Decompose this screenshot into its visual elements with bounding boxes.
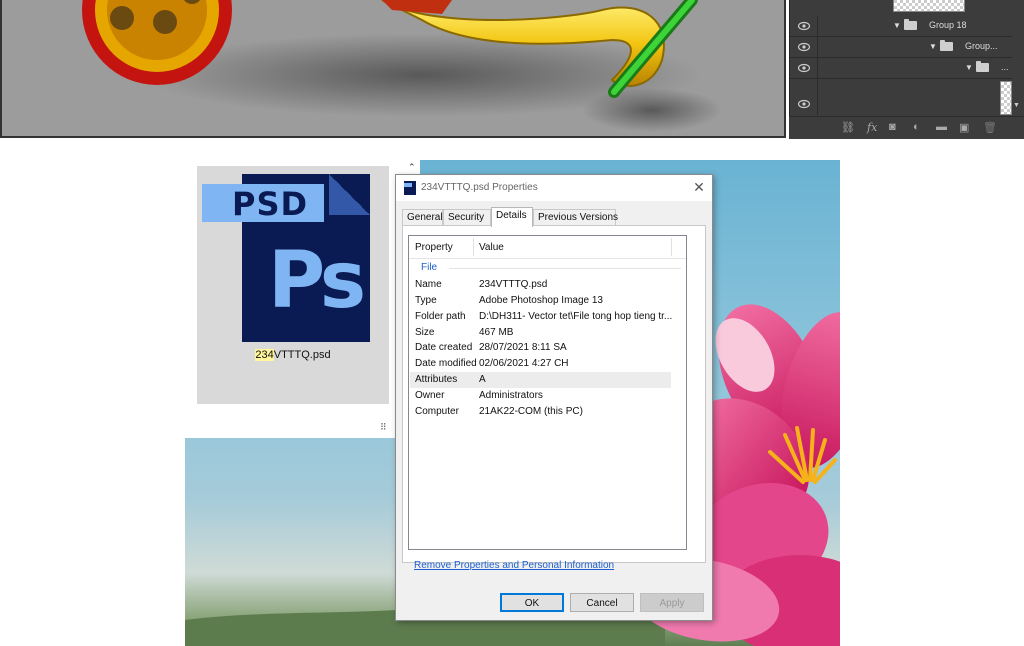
ps-logo-text: Ps — [268, 236, 366, 326]
folder-icon — [904, 19, 917, 30]
row-divider — [817, 37, 818, 57]
new-layer-icon[interactable]: ▣ — [959, 121, 969, 134]
link-icon[interactable]: ⛓ — [841, 121, 855, 134]
eye-icon[interactable] — [798, 21, 810, 31]
layer-row-layer[interactable] — [790, 79, 1012, 115]
layer-row-group-nested[interactable]: ▼ ... — [790, 58, 1012, 79]
property-value: 28/07/2021 8:11 SA — [479, 342, 567, 353]
tab-previous-versions[interactable]: Previous Versions — [533, 209, 618, 225]
property-key: Folder path — [415, 311, 466, 322]
tab-general[interactable]: General — [402, 209, 443, 225]
chevron-down-icon[interactable]: ▼ — [965, 63, 973, 72]
apply-button[interactable]: Apply — [640, 593, 704, 612]
column-separator[interactable] — [671, 238, 672, 256]
scroll-down-arrow-icon[interactable]: ▼ — [1013, 102, 1020, 109]
folder-icon — [940, 40, 953, 51]
property-value: 234VTTTQ.psd — [479, 279, 548, 290]
property-value: 467 MB — [479, 327, 514, 338]
property-key: Date modified — [415, 358, 477, 369]
property-key: Date created — [415, 342, 473, 353]
chevron-down-icon[interactable]: ▼ — [893, 21, 901, 30]
psd-banner-text: PSD — [232, 185, 309, 223]
property-value: D:\DH311- Vector tet\File tong hop tieng… — [479, 311, 673, 322]
layers-toolbar: ⛓ fx ◙ ◐ ▬ ▣ 🗑 — [789, 116, 1024, 139]
file-tile[interactable]: PSD Ps 234VTTTQ.psd — [197, 166, 389, 404]
property-key: Type — [415, 295, 437, 306]
layer-thumbnail — [1000, 81, 1012, 115]
close-icon[interactable]: ✕ — [691, 179, 707, 196]
properties-dialog: 234VTTTQ.psd Properties ✕ General Securi… — [395, 174, 713, 621]
file-name-highlight: 234 — [255, 349, 274, 361]
resize-grip-icon[interactable]: ⠿ — [380, 422, 387, 433]
tab-details[interactable]: Details — [491, 207, 533, 227]
column-header-property[interactable]: Property — [415, 242, 453, 253]
properties-list[interactable]: Property Value File Name 234VTTTQ.psd Ty… — [408, 235, 687, 550]
table-row[interactable]: Folder path D:\DH311- Vector tet\File to… — [410, 309, 673, 325]
group-label-file: File — [421, 262, 438, 273]
dialog-titlebar[interactable]: 234VTTTQ.psd Properties ✕ — [396, 175, 712, 201]
table-row[interactable]: Date created 28/07/2021 8:11 SA — [410, 340, 671, 356]
folder-icon — [976, 61, 989, 72]
layer-name: ... — [1001, 62, 1009, 72]
eye-icon[interactable] — [798, 99, 810, 109]
file-name-label[interactable]: 234VTTTQ.psd — [197, 349, 389, 361]
property-value: 21AK22-COM (this PC) — [479, 406, 583, 417]
table-row[interactable]: Type Adobe Photoshop Image 13 — [410, 293, 671, 309]
table-row[interactable]: Date modified 02/06/2021 4:27 CH — [410, 356, 671, 372]
fx-icon[interactable]: fx — [867, 121, 877, 134]
mask-icon[interactable]: ◙ — [889, 121, 896, 133]
table-row[interactable]: Computer 21AK22-COM (this PC) — [410, 404, 671, 420]
layer-thumbnail — [893, 0, 965, 12]
layers-scrollbar[interactable] — [1012, 0, 1024, 116]
folder-icon[interactable]: ▬ — [936, 121, 947, 133]
tab-security[interactable]: Security — [443, 209, 491, 225]
table-row[interactable]: Name 234VTTTQ.psd — [410, 277, 671, 293]
list-header: Property Value — [409, 236, 686, 259]
cancel-button[interactable]: Cancel — [570, 593, 634, 612]
row-divider — [817, 58, 818, 78]
property-value: A — [479, 374, 486, 385]
property-value: 02/06/2021 4:27 CH — [479, 358, 569, 369]
adjustment-icon[interactable]: ◐ — [913, 121, 920, 133]
table-row[interactable]: Owner Administrators — [410, 388, 671, 404]
column-header-value[interactable]: Value — [479, 242, 504, 253]
layer-row-group-sub[interactable]: ▼ Group... — [790, 37, 1012, 58]
photoshop-canvas[interactable] — [0, 0, 786, 138]
table-row-selected[interactable]: Attributes A — [410, 372, 671, 388]
file-name-rest: VTTTQ.psd — [273, 349, 331, 361]
photoshop-area: ▼ Group 18 ▼ Group... ▼ ... ▼ ⛓ fx ◙ ◐ ▬… — [0, 0, 1024, 142]
property-key: Attributes — [415, 374, 458, 385]
scroll-up-arrow-icon[interactable]: ⌃ — [408, 162, 416, 173]
ok-button[interactable]: OK — [500, 593, 564, 612]
eye-icon[interactable] — [798, 63, 810, 73]
remove-properties-link[interactable]: Remove Properties and Personal Informati… — [414, 560, 614, 571]
dialog-title: 234VTTTQ.psd Properties — [421, 182, 538, 193]
eye-icon[interactable] — [798, 42, 810, 52]
property-value: Adobe Photoshop Image 13 — [479, 295, 603, 306]
property-key: Computer — [415, 406, 459, 417]
property-value: Administrators — [479, 390, 543, 401]
table-row[interactable]: Size 467 MB — [410, 325, 671, 341]
row-divider — [817, 16, 818, 36]
property-key: Name — [415, 279, 442, 290]
group-divider — [449, 268, 681, 269]
chevron-down-icon[interactable]: ▼ — [929, 42, 937, 51]
property-key: Size — [415, 327, 435, 338]
file-icon — [404, 181, 416, 195]
property-key: Owner — [415, 390, 445, 401]
row-divider — [817, 79, 818, 115]
trash-icon[interactable]: 🗑 — [983, 121, 997, 134]
psd-file-icon: PSD Ps — [202, 174, 372, 346]
column-separator[interactable] — [473, 238, 474, 256]
layer-name: Group... — [965, 41, 998, 51]
layer-row-group-18[interactable]: ▼ Group 18 — [790, 16, 1012, 37]
layer-name: Group 18 — [929, 20, 967, 30]
canvas-artwork — [82, 0, 722, 132]
psd-icon-fold — [329, 174, 370, 215]
psd-icon-banner: PSD — [202, 184, 324, 223]
